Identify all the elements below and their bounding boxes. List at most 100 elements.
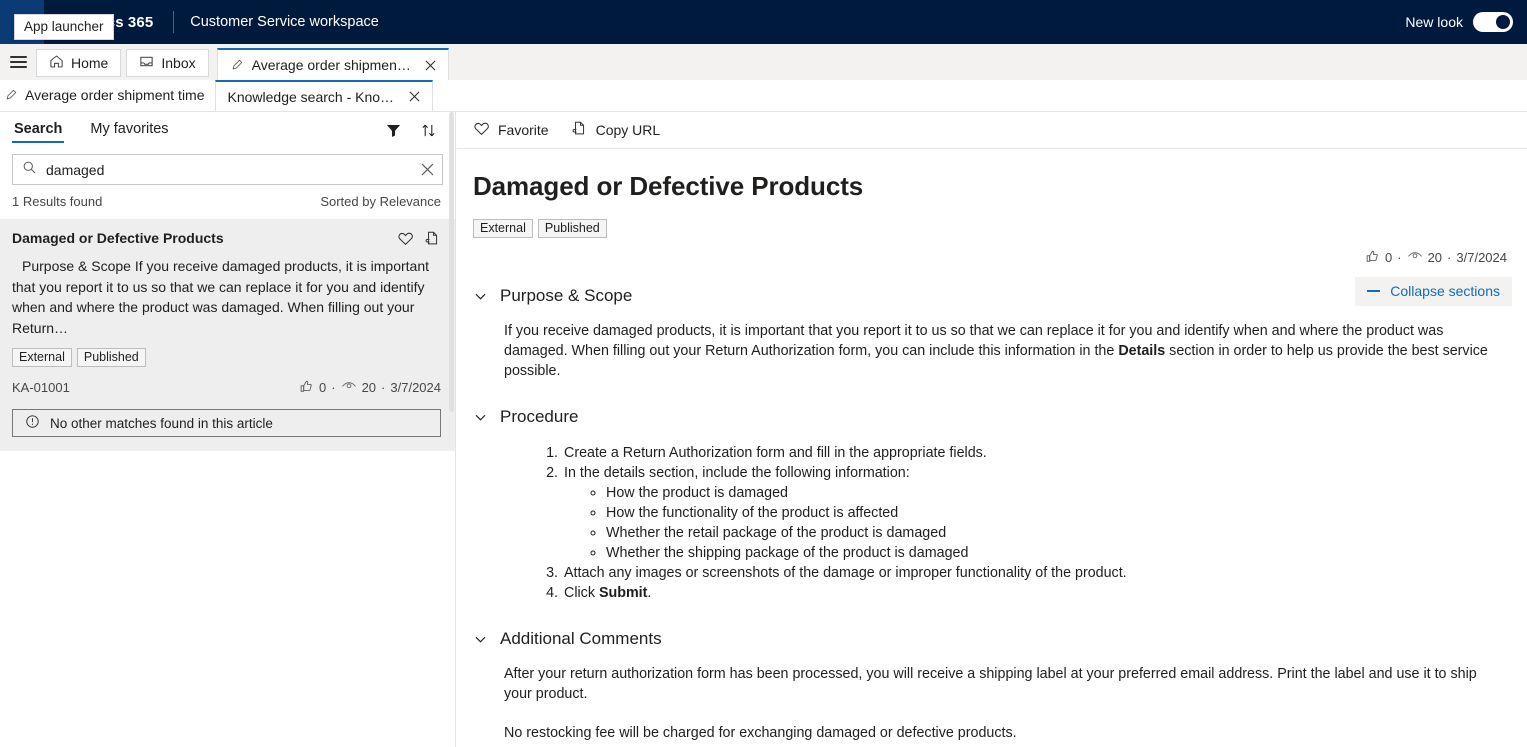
header-divider [173, 11, 175, 33]
search-result-item[interactable]: Damaged or Defective Products Purpose & … [0, 219, 455, 451]
section-body-procedure: Create a Return Authorization form and f… [473, 443, 1507, 603]
tab-my-favorites[interactable]: My favorites [88, 118, 170, 142]
result-stats: 0 · 20 · 3/7/2024 [299, 378, 441, 397]
views-icon [1407, 248, 1423, 267]
session-name-chip[interactable]: Average order shipment time [0, 79, 215, 111]
stat-separator: · [1397, 250, 1402, 265]
result-badges: External Published [12, 348, 441, 367]
step-text: Create a Return Authorization form and f… [564, 445, 987, 461]
app-name-label: Customer Service workspace [190, 14, 379, 30]
step-text: Attach any images or screenshots of the … [564, 565, 1127, 581]
views-count: 20 [361, 380, 377, 395]
stat-separator: · [1447, 250, 1452, 265]
session-tab-label: Average order shipment ti... [251, 57, 414, 73]
sort-order-label: Sorted by Relevance [320, 194, 441, 209]
list-item: Whether the shipping package of the prod… [606, 543, 1497, 563]
minus-icon [1367, 290, 1381, 292]
stat-separator: · [381, 380, 386, 395]
scrollbar-thumb[interactable] [449, 112, 454, 412]
article-header: Damaged or Defective Products External P… [457, 149, 1527, 306]
app-tab-knowledge-search[interactable]: Knowledge search - Knowled... [214, 80, 433, 111]
home-button[interactable]: Home [36, 49, 122, 77]
step-text: In the details section, include the foll… [564, 465, 910, 481]
article-stats: 0 · 20 · 3/7/2024 [1365, 248, 1507, 267]
copy-url-button[interactable]: Copy URL [571, 120, 661, 140]
app-launcher-tooltip: App launcher [14, 14, 114, 40]
close-icon[interactable] [406, 88, 424, 106]
app-tab-label: Knowledge search - Knowled... [227, 88, 396, 105]
section-additional-comments: Additional Comments After your return au… [473, 629, 1507, 743]
list-item: How the product is damaged [606, 483, 1497, 503]
heart-icon[interactable] [397, 230, 414, 247]
tab-search[interactable]: Search [12, 118, 65, 143]
inbox-icon [139, 54, 154, 72]
top-header-bar: Dynamics 365 Customer Service workspace … [0, 0, 1527, 44]
collapse-sections-button[interactable]: Collapse sections [1355, 277, 1512, 306]
heart-icon [473, 120, 490, 140]
hamburger-icon [9, 53, 27, 72]
article-command-bar: Favorite Copy URL [457, 112, 1527, 149]
list-item: Attach any images or screenshots of the … [562, 563, 1497, 583]
section-body-additional-comments: After your return authorization form has… [473, 664, 1507, 743]
session-tab-active[interactable]: Average order shipment ti... [216, 48, 449, 80]
result-article-number: KA-01001 [12, 380, 70, 395]
site-map-toggle-button[interactable] [0, 44, 36, 80]
results-count-label: 1 Results found [12, 194, 103, 209]
article-date: 3/7/2024 [1456, 250, 1507, 265]
section-title: Purpose & Scope [500, 286, 633, 305]
list-item: In the details section, include the foll… [562, 463, 1497, 563]
new-look-toggle[interactable] [1473, 12, 1513, 32]
clear-search-icon[interactable] [421, 163, 434, 176]
like-icon [1365, 249, 1380, 267]
stat-separator: · [331, 380, 336, 395]
result-title[interactable]: Damaged or Defective Products [12, 229, 389, 247]
copy-url-icon [571, 120, 588, 140]
knowledge-search-panel: Search My favorites damaged 1 Results fo… [0, 112, 456, 747]
copy-url-icon[interactable] [424, 230, 441, 247]
section-purpose-scope: Purpose & Scope If you receive damaged p… [473, 286, 1507, 381]
procedure-substeps: How the product is damaged How the funct… [564, 483, 1497, 563]
tab-search-label: Search [14, 121, 63, 137]
procedure-steps: Create a Return Authorization form and f… [504, 443, 1497, 603]
close-icon[interactable] [422, 56, 440, 74]
section-header-procedure[interactable]: Procedure [473, 407, 1507, 427]
page-title: Damaged or Defective Products [473, 171, 864, 201]
sort-icon[interactable] [420, 122, 437, 139]
search-panel-tabs: Search My favorites [0, 114, 455, 146]
no-other-matches-label: No other matches found in this article [50, 415, 273, 431]
section-paragraph: After your return authorization form has… [504, 666, 1477, 702]
section-header-additional-comments[interactable]: Additional Comments [473, 629, 1507, 649]
filter-icon[interactable] [385, 122, 402, 139]
article-reader-pane: Favorite Copy URL Damaged or Defective P… [457, 112, 1527, 747]
inbox-button[interactable]: Inbox [126, 49, 209, 77]
views-count: 20 [1427, 250, 1443, 265]
search-panel-scrollbar[interactable] [449, 112, 454, 747]
copy-url-label: Copy URL [595, 122, 661, 138]
info-icon [25, 414, 40, 432]
pin-icon [4, 88, 18, 102]
favorite-label: Favorite [498, 122, 549, 138]
badge-published: Published [76, 348, 146, 367]
home-label: Home [71, 55, 109, 71]
search-input-container[interactable] [12, 154, 443, 185]
result-date: 3/7/2024 [390, 380, 441, 395]
like-icon [299, 379, 314, 397]
article-content: Purpose & Scope If you receive damaged p… [457, 238, 1527, 743]
favorite-button[interactable]: Favorite [473, 120, 549, 140]
section-paragraph: If you receive damaged products, it is i… [504, 323, 1488, 379]
list-item: Click Submit. [562, 583, 1497, 603]
search-input[interactable] [46, 161, 412, 178]
collapse-sections-label: Collapse sections [1390, 283, 1500, 299]
badge-external: External [12, 348, 72, 367]
inbox-label: Inbox [161, 55, 196, 71]
article-subheader: External Published [473, 219, 1507, 238]
result-title-row: Damaged or Defective Products [12, 229, 441, 247]
session-name-label: Average order shipment time [25, 87, 205, 103]
badge-external: External [473, 219, 533, 238]
results-meta-row: 1 Results found Sorted by Relevance [0, 185, 455, 209]
section-header-purpose-scope[interactable]: Purpose & Scope [473, 286, 1507, 306]
section-title: Additional Comments [500, 629, 662, 648]
list-item: How the functionality of the product is … [606, 503, 1497, 523]
search-icon [22, 160, 37, 180]
session-tab-bar: Home Inbox Average order shipment ti... [0, 44, 1527, 80]
